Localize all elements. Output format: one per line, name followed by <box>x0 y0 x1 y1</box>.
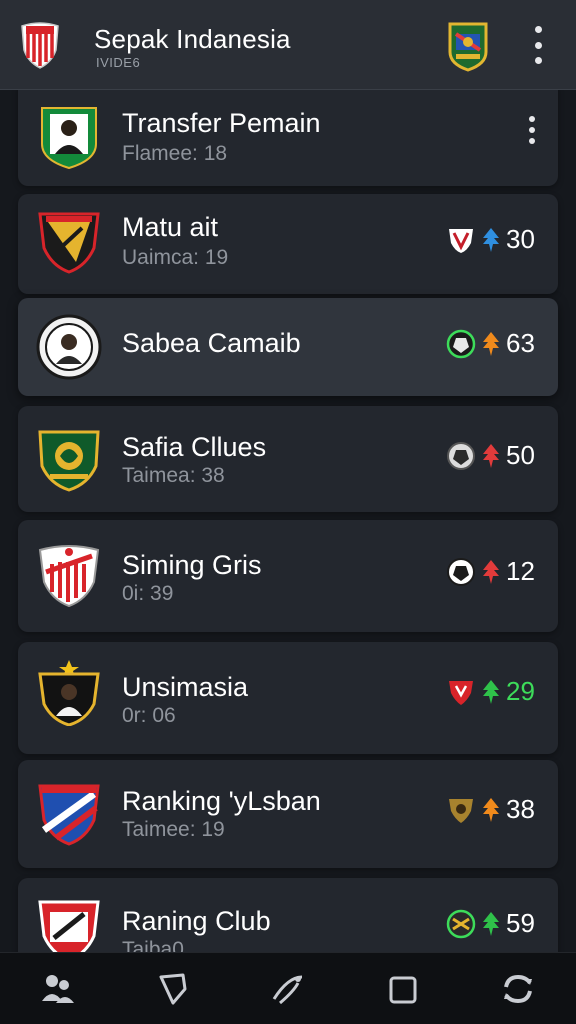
club-card[interactable]: Siming Gris 0i: 39 12 <box>18 520 558 632</box>
club-card-transfer[interactable]: Transfer Pemain Flamee: 18 <box>18 90 558 186</box>
menu-dot <box>529 138 535 144</box>
ball-icon <box>447 441 475 470</box>
stat-group: 29 <box>446 676 540 707</box>
blue-red-crest-icon <box>38 784 100 846</box>
app-title: Sepak Indanesia <box>94 24 291 54</box>
club-meta: Taiba0 <box>122 938 184 952</box>
whistle-icon <box>272 975 303 1004</box>
menu-dot <box>534 41 542 49</box>
club-meta: 0i: 39 <box>122 582 174 605</box>
nav-whistle-button[interactable] <box>258 959 318 1019</box>
stat-group: 12 <box>446 556 540 587</box>
app-bar: Sepak Indanesia IVIDE6 <box>0 0 576 90</box>
club-stat: 29 <box>506 676 535 706</box>
club-stat: 38 <box>506 794 535 824</box>
club-name: Matu ait <box>122 212 219 242</box>
club-name: Safia Cllues <box>122 432 267 462</box>
stat-group: 50 <box>446 440 540 471</box>
square-icon <box>389 976 417 1003</box>
club-meta: Flamee: 18 <box>122 142 228 165</box>
card-menu-button[interactable] <box>526 116 538 144</box>
menu-dot <box>529 116 535 122</box>
menu-dot <box>534 26 542 33</box>
nav-refresh-button[interactable] <box>488 959 548 1019</box>
club-name: Raning Club <box>122 906 271 936</box>
refresh-icon <box>504 974 533 1003</box>
stat-group: 63 <box>446 328 540 359</box>
club-meta: Taimea: 38 <box>122 464 225 487</box>
ball-icon <box>446 909 476 938</box>
federation-crest-icon[interactable] <box>444 20 492 72</box>
club-stat: 30 <box>506 224 535 254</box>
club-card[interactable]: Safia Cllues Taimea: 38 50 <box>18 406 558 512</box>
trend-arrow-icon <box>483 443 499 468</box>
club-card[interactable]: Raning Club Taiba0 59 <box>18 878 558 952</box>
club-name: Transfer Pemain <box>122 108 321 138</box>
ball-icon <box>447 557 475 586</box>
ball-icon <box>446 329 476 358</box>
overflow-menu-button[interactable] <box>524 26 552 64</box>
green-crest-icon <box>41 107 97 170</box>
club-stat: 59 <box>506 908 535 938</box>
red-black-crest-icon <box>38 212 100 274</box>
club-name: Siming Gris <box>122 550 262 580</box>
club-list[interactable]: Transfer Pemain Flamee: 18 Matu ait Uaim… <box>0 90 576 952</box>
club-stat: 50 <box>506 440 535 470</box>
trend-arrow-icon <box>483 797 499 822</box>
club-card[interactable]: Matu ait Uaimca: 19 30 <box>18 194 558 294</box>
green-gold-crest-icon <box>38 430 100 492</box>
players-icon <box>41 974 74 1003</box>
trend-arrow-icon <box>483 559 499 584</box>
stat-group: 59 <box>446 908 540 939</box>
club-shield-icon <box>449 228 473 253</box>
club-stat: 12 <box>506 556 535 586</box>
club-name: Unsimasia <box>122 672 249 702</box>
gold-black-crest-icon <box>38 660 100 726</box>
bottom-navigation <box>0 952 576 1024</box>
app-subtitle: IVIDE6 <box>96 55 141 70</box>
trend-arrow-icon <box>483 227 499 252</box>
app-logo-icon <box>21 22 59 69</box>
trend-arrow-icon <box>483 679 499 704</box>
club-card[interactable]: Unsimasia 0r: 06 29 <box>18 642 558 754</box>
club-card-selected[interactable]: Sabea Camaib 63 <box>18 298 558 396</box>
trend-arrow-icon <box>483 911 499 936</box>
club-meta: Uaimca: 19 <box>122 246 229 269</box>
red-crest-icon <box>38 900 100 952</box>
club-meta: Taimee: 19 <box>122 818 225 841</box>
menu-dot <box>534 57 542 64</box>
club-shield-icon <box>449 680 473 705</box>
shield-icon <box>159 973 187 1004</box>
nav-players-button[interactable] <box>28 959 88 1019</box>
club-meta: 0r: 06 <box>122 704 176 727</box>
menu-dot <box>529 127 535 133</box>
red-white-crest-icon <box>38 545 100 608</box>
nav-shield-button[interactable] <box>143 959 203 1019</box>
club-card[interactable]: Ranking 'yLsban Taimee: 19 38 <box>18 760 558 868</box>
club-name: Sabea Camaib <box>122 328 301 358</box>
club-stat: 63 <box>506 328 535 358</box>
nav-square-button[interactable] <box>373 959 433 1019</box>
stat-group: 30 <box>446 224 540 255</box>
stat-group: 38 <box>446 794 540 825</box>
trend-arrow-icon <box>483 331 499 356</box>
club-shield-icon <box>449 798 473 823</box>
round-crest-icon <box>36 314 102 380</box>
club-name: Ranking 'yLsban <box>122 786 321 816</box>
